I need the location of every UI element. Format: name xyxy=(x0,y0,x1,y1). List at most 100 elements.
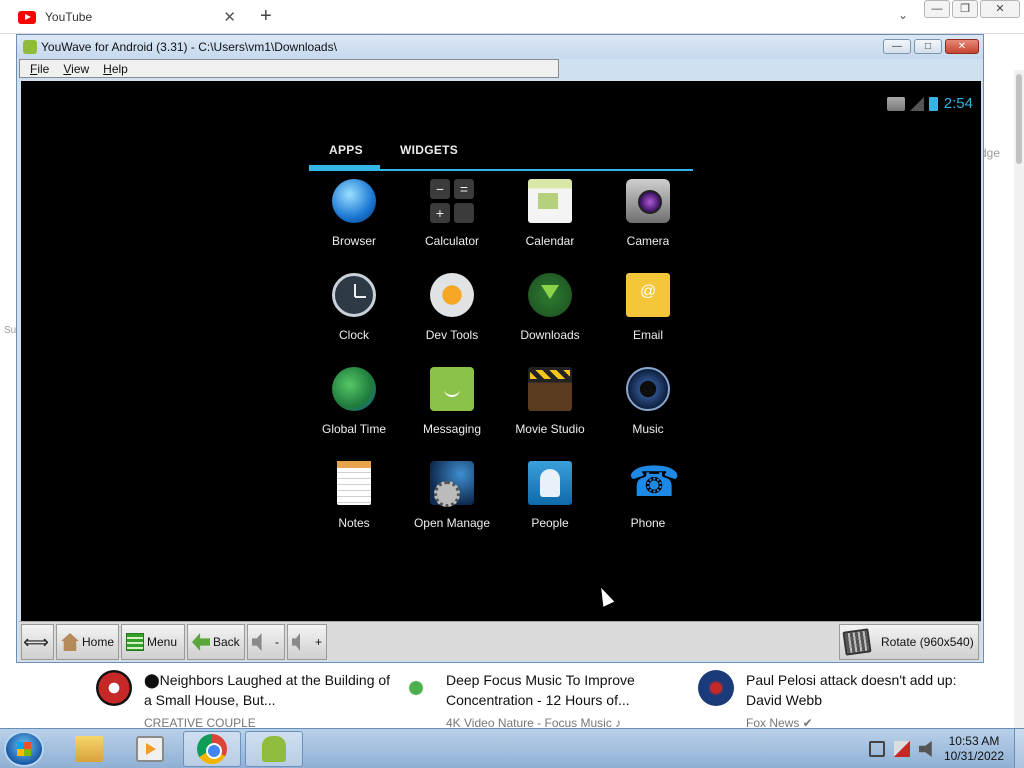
android-screen[interactable]: 2:54 APPS WIDGETS Browser − = + Calculat… xyxy=(21,81,981,621)
tab-apps[interactable]: APPS xyxy=(329,143,363,157)
menu-help[interactable]: Help xyxy=(103,62,128,76)
people-icon xyxy=(528,461,572,505)
recommendation-item[interactable]: Paul Pelosi attack doesn't add up: David… xyxy=(698,670,996,730)
resize-button[interactable]: ⟺ xyxy=(21,624,54,660)
app-label: Email xyxy=(632,328,663,342)
tab-widgets[interactable]: WIDGETS xyxy=(400,143,458,157)
camera-icon xyxy=(626,179,670,223)
app-messaging[interactable]: Messaging xyxy=(403,367,501,461)
notes-icon xyxy=(337,461,371,505)
show-desktop-button[interactable] xyxy=(1014,729,1024,768)
emulator-menubar: File View Help xyxy=(19,59,559,78)
taskbar-date: 10/31/2022 xyxy=(943,749,1004,763)
browser-minimize-button[interactable]: — xyxy=(924,0,950,18)
app-dev-tools[interactable]: Dev Tools xyxy=(403,273,501,367)
action-center-icon[interactable] xyxy=(893,741,910,757)
taskbar-chrome[interactable] xyxy=(183,731,241,767)
app-label: Movie Studio xyxy=(515,422,585,436)
app-open-manager[interactable]: Open Manage xyxy=(403,461,501,555)
calendar-icon xyxy=(528,179,572,223)
windows-taskbar: 10:53 AM 10/31/2022 xyxy=(0,728,1024,768)
browser-tab-youtube[interactable]: YouTube ✕ xyxy=(8,2,246,32)
calc-key: = xyxy=(454,179,474,199)
tab-search-button[interactable]: ⌄ xyxy=(898,8,908,22)
browser-close-button[interactable]: ✕ xyxy=(980,0,1020,18)
mouse-cursor-icon xyxy=(595,585,615,607)
app-label: People xyxy=(531,516,569,530)
back-button[interactable]: Back xyxy=(187,624,245,660)
menu-file[interactable]: File xyxy=(30,62,49,76)
video-title[interactable]: Deep Focus Music To Improve Concentratio… xyxy=(446,670,696,710)
taskbar-time: 10:53 AM xyxy=(948,734,1000,748)
new-tab-button[interactable]: + xyxy=(260,5,272,28)
app-calculator[interactable]: − = + Calculator xyxy=(403,179,501,273)
media-player-icon xyxy=(136,736,164,762)
app-label: Notes xyxy=(338,516,370,530)
video-title[interactable]: Paul Pelosi attack doesn't add up: David… xyxy=(746,670,996,710)
app-phone[interactable]: Phone xyxy=(599,457,697,555)
taskbar-clock[interactable]: 10:53 AM 10/31/2022 xyxy=(944,734,1004,764)
app-label: Dev Tools xyxy=(425,328,479,342)
clock-icon xyxy=(332,273,376,317)
youtube-icon xyxy=(18,10,36,24)
emulator-minimize-button[interactable]: — xyxy=(883,39,911,54)
rotate-label: Rotate (960x540) xyxy=(881,635,974,649)
volume-tray-icon[interactable] xyxy=(918,741,932,757)
network-tray-icon[interactable] xyxy=(868,741,885,757)
app-music[interactable]: Music xyxy=(599,367,697,461)
app-label: Messaging xyxy=(422,422,482,436)
app-label: Camera xyxy=(626,234,670,248)
app-drawer-tabs: APPS WIDGETS xyxy=(309,139,693,171)
messaging-icon xyxy=(430,367,474,411)
app-calendar[interactable]: Calendar xyxy=(501,179,599,273)
menu-label: Menu xyxy=(147,635,178,649)
emulator-maximize-button[interactable]: □ xyxy=(914,39,942,54)
app-label: Open Manage xyxy=(413,516,491,530)
taskbar-file-explorer[interactable] xyxy=(60,731,118,767)
channel-avatar[interactable] xyxy=(96,670,132,706)
browser-icon xyxy=(332,179,376,223)
volume-down-button[interactable]: - xyxy=(247,624,285,660)
app-browser[interactable]: Browser xyxy=(305,179,403,273)
emulator-titlebar[interactable]: YouWave for Android (3.31) - C:\Users\vm… xyxy=(17,35,983,59)
taskbar-youwave[interactable] xyxy=(245,731,303,767)
recommendation-item[interactable]: Deep Focus Music To Improve Concentratio… xyxy=(398,670,696,730)
app-downloads[interactable]: Downloads xyxy=(501,273,599,367)
volume-up-button[interactable]: + xyxy=(287,624,327,660)
video-title[interactable]: ⬤Neighbors Laughed at the Building of a … xyxy=(144,670,394,710)
music-icon xyxy=(626,367,670,411)
close-tab-icon[interactable]: ✕ xyxy=(223,8,236,26)
menu-view[interactable]: View xyxy=(63,62,89,76)
rotate-button[interactable]: Rotate (960x540) xyxy=(839,624,979,660)
emulator-window-controls: — □ ✕ xyxy=(880,39,979,54)
browser-scrollbar[interactable] xyxy=(1014,70,1024,728)
recommendation-item[interactable]: ⬤Neighbors Laughed at the Building of a … xyxy=(96,670,394,730)
app-global-time[interactable]: Global Time xyxy=(305,367,403,461)
app-clock[interactable]: Clock xyxy=(305,273,403,367)
network-icon xyxy=(886,96,905,111)
home-button[interactable]: Home xyxy=(56,624,119,660)
calculator-icon: − = + xyxy=(430,179,474,223)
taskbar-media-player[interactable] xyxy=(121,731,179,767)
dev-tools-icon xyxy=(430,273,474,317)
app-label: Calculator xyxy=(424,234,480,248)
app-movie-studio[interactable]: Movie Studio xyxy=(501,367,599,461)
app-people[interactable]: People xyxy=(501,461,599,555)
chrome-icon xyxy=(197,734,227,764)
speaker-icon xyxy=(292,633,300,651)
app-email[interactable]: Email xyxy=(599,273,697,367)
channel-avatar[interactable] xyxy=(698,670,734,706)
android-app-icon xyxy=(23,40,37,54)
app-label: Music xyxy=(632,422,664,436)
emulator-window: YouWave for Android (3.31) - C:\Users\vm… xyxy=(16,34,984,663)
app-camera[interactable]: Camera xyxy=(599,179,697,273)
start-button[interactable] xyxy=(4,731,44,767)
emulator-close-button[interactable]: ✕ xyxy=(945,39,979,54)
resize-arrows-icon: ⟺ xyxy=(23,632,49,652)
back-arrow-icon xyxy=(192,633,210,651)
menu-button[interactable]: Menu xyxy=(121,624,185,660)
browser-restore-button[interactable]: ❐ xyxy=(952,0,978,18)
app-notes[interactable]: Notes xyxy=(305,461,403,555)
app-label: Calendar xyxy=(525,234,575,248)
channel-avatar[interactable] xyxy=(398,670,434,706)
